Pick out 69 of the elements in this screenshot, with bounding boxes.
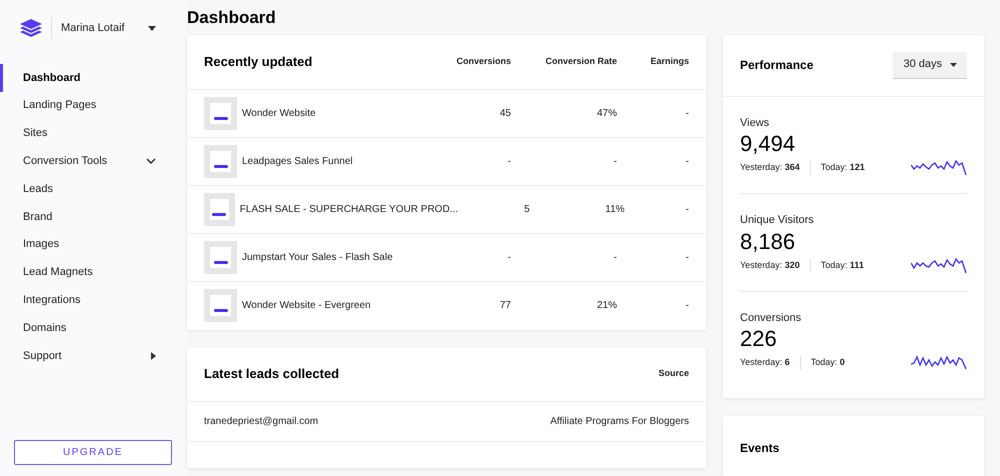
sidebar-item[interactable]: Integrations [0, 286, 186, 314]
page-name[interactable]: Wonder Website [242, 106, 431, 120]
table-cell-text: - [612, 250, 617, 264]
card-title: Events [740, 441, 780, 455]
page-title: Dashboard [187, 6, 276, 28]
metric-value: 226 [740, 326, 777, 352]
today-stat: Today: 0 [810, 356, 845, 370]
table-cell-text: 11% [604, 202, 625, 216]
table-cell-text: 5 [523, 202, 530, 216]
stacked-layers-logo-icon [20, 19, 42, 37]
column-header: Conversion Rate [544, 54, 617, 68]
caret-down-icon [950, 62, 957, 66]
sparkline-chart [911, 354, 967, 372]
table-cell-text: - [684, 250, 689, 264]
page-name[interactable]: Jumpstart Your Sales - Flash Sale [242, 250, 431, 264]
table-cell-text: - [684, 299, 689, 313]
account-switcher[interactable]: Marina Lotaif [61, 20, 156, 36]
lead-source: Affiliate Programs For Bloggers [550, 414, 689, 428]
sidebar-item[interactable]: Domains [0, 314, 186, 342]
card-title: Performance [740, 57, 814, 74]
sparkline-chart [911, 256, 967, 274]
column-header: Source [658, 367, 689, 380]
today-stat: Today: 121 [820, 161, 865, 174]
metric-value: 8,186 [740, 228, 796, 254]
column-header: Earnings [649, 54, 689, 68]
page-name[interactable]: Leadpages Sales Funnel [242, 154, 431, 168]
table-cell-text: - [684, 154, 689, 168]
today-stat: Today: 111 [820, 258, 864, 272]
period-dropdown[interactable]: 30 days [893, 52, 967, 78]
table-cell-text: 21% [596, 299, 617, 313]
lead-email: tranedepriest@gmail.com [204, 414, 318, 428]
page-name[interactable]: FLASH SALE - SUPERCHARGE YOUR PROD... [240, 202, 458, 216]
yesterday-stat: Yesterday: 6 [740, 356, 801, 370]
page-name[interactable]: Wonder Website - Evergreen [242, 298, 431, 313]
sidebar-item[interactable]: Brand [0, 202, 186, 231]
sidebar-item[interactable]: Support [0, 342, 186, 370]
caret-right-icon [151, 352, 156, 360]
sparkline-chart [911, 159, 967, 177]
page-thumbnail [204, 289, 237, 322]
page-thumbnail [204, 144, 237, 178]
chevron-down-icon [146, 158, 156, 164]
table-cell-text: 45 [498, 106, 511, 120]
metric-label: Unique Visitors [740, 213, 814, 228]
caret-down-icon [148, 26, 156, 30]
table-cell-text: - [684, 202, 689, 216]
metric-label: Views [740, 116, 770, 130]
sidebar-item[interactable]: Leads [0, 175, 186, 203]
sidebar-item[interactable]: Images [0, 230, 186, 259]
sidebar-item[interactable]: Conversion Tools [0, 147, 186, 176]
table-cell-text: 47% [596, 106, 617, 120]
metric-value: 9,494 [740, 131, 796, 157]
table-cell-text: 77 [498, 299, 511, 313]
yesterday-stat: Yesterday: 320 [740, 258, 811, 272]
table-cell-text: - [612, 154, 617, 168]
page-thumbnail [204, 240, 237, 274]
table-cell-text: - [684, 106, 689, 120]
yesterday-stat: Yesterday: 364 [740, 161, 811, 175]
table-cell-text: - [506, 154, 511, 168]
page-thumbnail [204, 192, 235, 226]
metric-label: Conversions [740, 310, 802, 326]
page-thumbnail [204, 96, 237, 130]
sidebar-item[interactable]: Lead Magnets [0, 258, 186, 286]
card-title: Recently updated [204, 52, 314, 71]
card-title: Latest leads collected [204, 365, 340, 384]
sidebar-item[interactable]: Sites [0, 120, 186, 148]
table-cell-text: - [506, 250, 511, 264]
upgrade-button[interactable]: UPGRADE [14, 440, 172, 465]
column-header: Conversions [455, 54, 511, 68]
sidebar-item[interactable]: Landing Pages [0, 92, 186, 120]
